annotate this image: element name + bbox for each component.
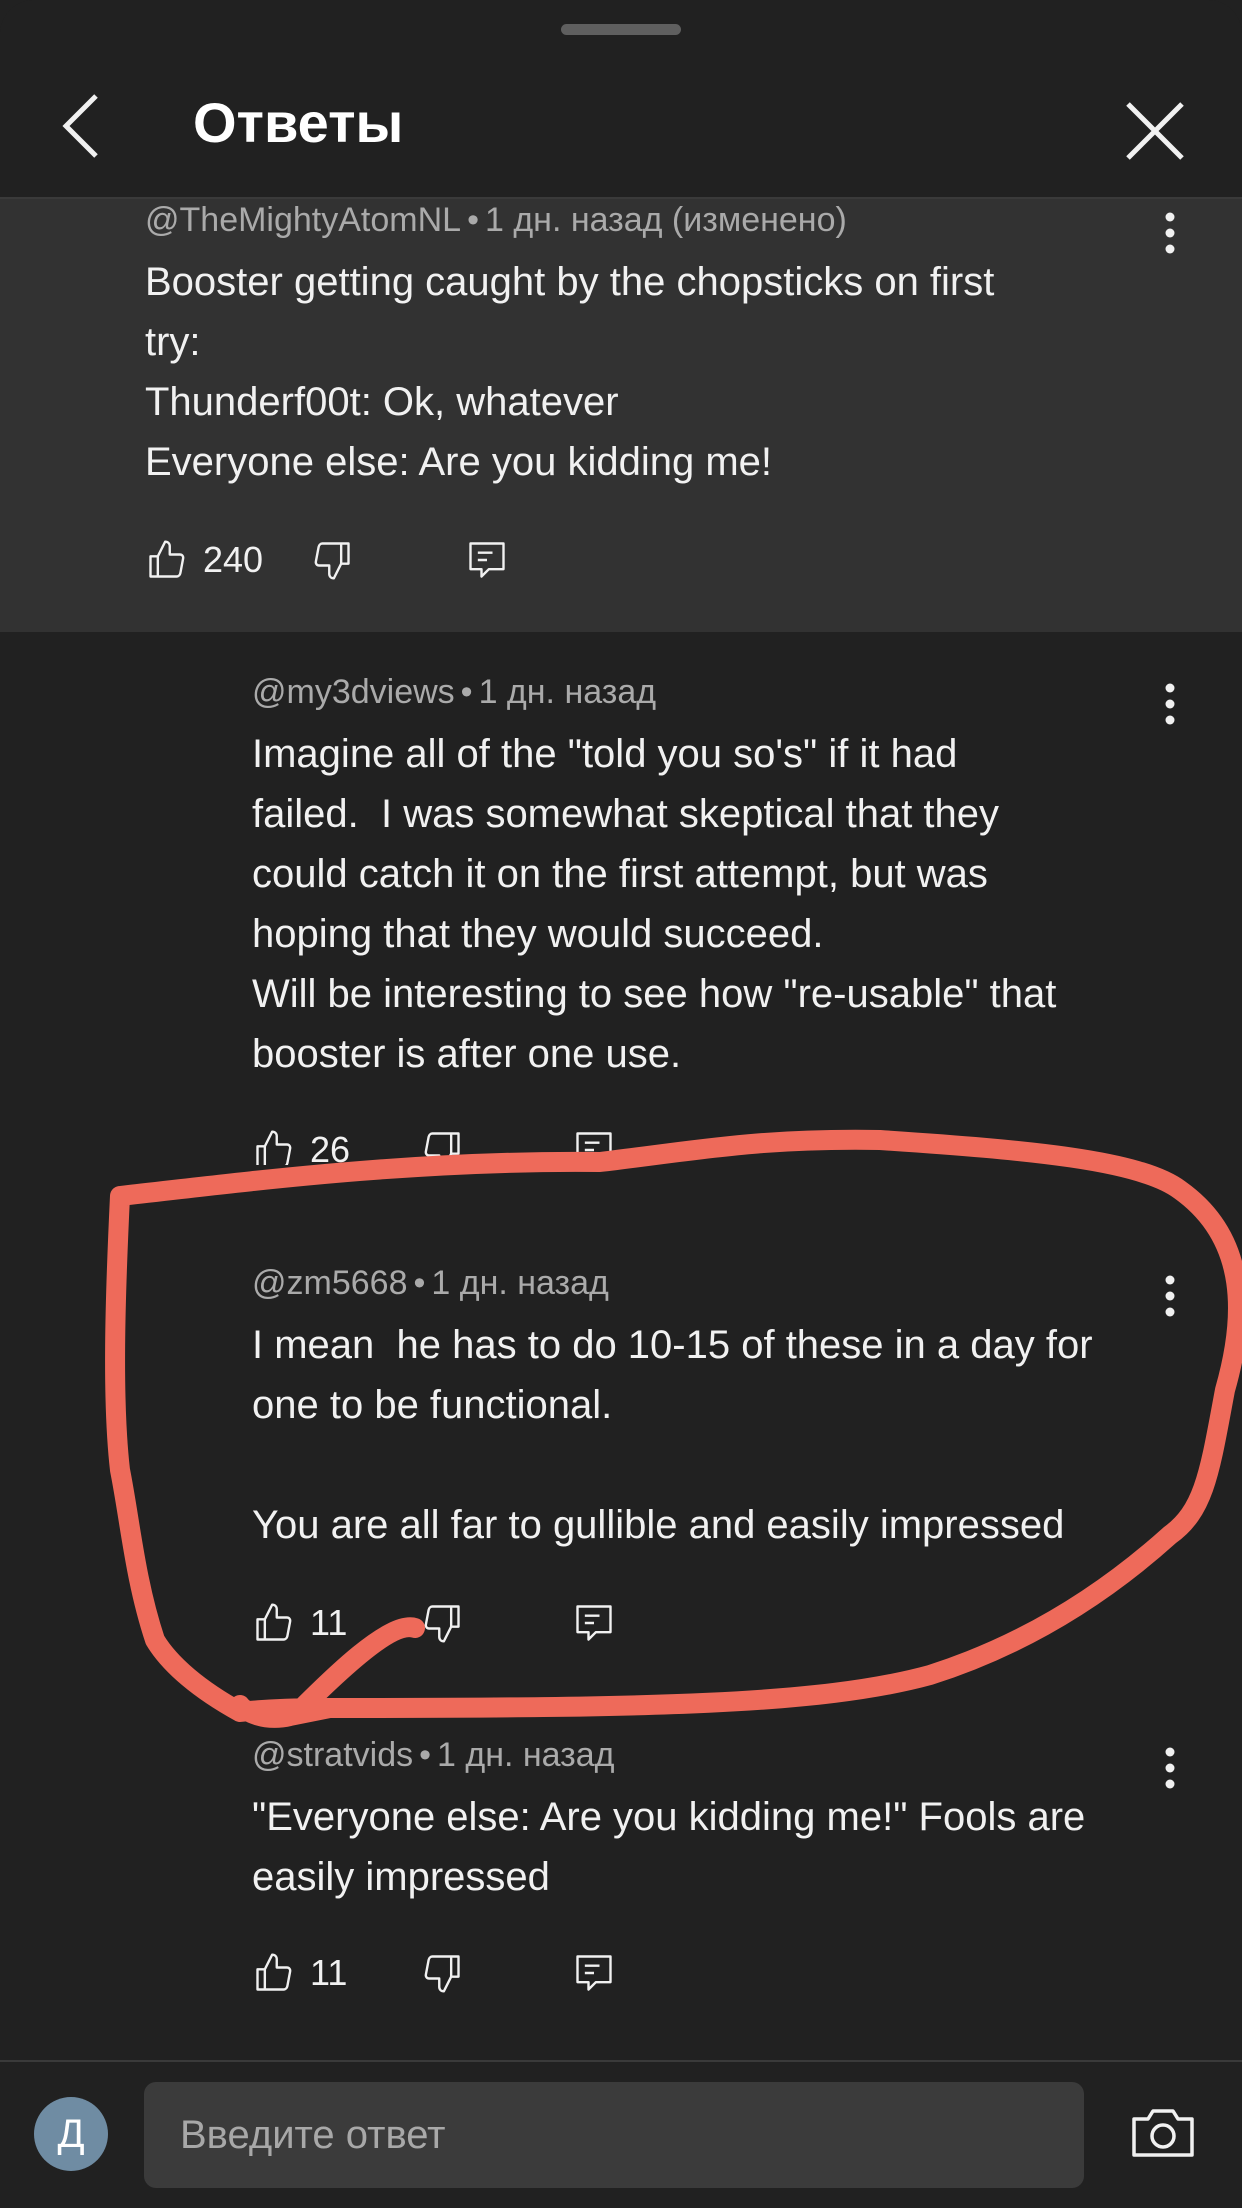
comment-author[interactable]: @zm5668 — [252, 1264, 407, 1302]
thumbs-up-icon — [256, 1130, 292, 1168]
replies-sheet: Ответы @TheMightyAtomNL • 1 дн. назад (изм… — [0, 0, 1242, 2208]
dislike-button[interactable] — [420, 1943, 464, 2003]
dislike-button[interactable] — [420, 1593, 464, 1653]
more-vert-icon — [1165, 1275, 1175, 1317]
dislike-button[interactable] — [420, 1120, 464, 1180]
camera-button[interactable] — [1130, 2105, 1196, 2159]
comment-meta: @my3dviews • 1 дн. назад — [252, 672, 1152, 712]
more-vert-icon — [1165, 1747, 1175, 1789]
more-vert-icon — [1165, 212, 1175, 254]
comment-text: I mean he has to do 10-15 of these in a … — [252, 1323, 1093, 1547]
comment-meta: @stratvids • 1 дн. назад — [252, 1735, 1152, 1775]
like-count: 240 — [203, 539, 264, 580]
like-button[interactable]: 11 — [252, 1943, 347, 2003]
reply-button[interactable] — [572, 1943, 616, 2003]
like-count: 26 — [310, 1129, 351, 1170]
thumbs-down-icon — [314, 542, 350, 580]
like-button[interactable]: 240 — [145, 530, 263, 590]
comment-parent: @TheMightyAtomNL • 1 дн. назад (изменено) … — [145, 200, 1105, 492]
thumbs-down-icon — [424, 1605, 460, 1643]
close-icon — [1126, 102, 1184, 160]
like-count: 11 — [310, 1952, 348, 1993]
thumbs-up-icon — [149, 540, 185, 578]
comment-time: 1 дн. назад (изменено) — [484, 201, 847, 239]
thumbs-down-icon — [424, 1955, 460, 1993]
header: Ответы — [0, 60, 1242, 198]
comment-text: Imagine all of the "told you so's" if it… — [252, 732, 1057, 1076]
more-options-button[interactable] — [1150, 205, 1190, 265]
thumbs-up-icon — [256, 1603, 292, 1641]
comment-text: "Everyone else: Are you kidding me!" Foo… — [252, 1795, 1086, 1899]
close-button[interactable] — [1120, 96, 1190, 166]
like-count: 11 — [310, 1602, 348, 1643]
comment-text: Booster getting caught by the chopsticks… — [145, 260, 995, 484]
comment-icon — [576, 1605, 612, 1641]
comment-author[interactable]: @stratvids — [252, 1736, 413, 1774]
comment-icon — [576, 1132, 612, 1168]
more-vert-icon — [1165, 683, 1175, 725]
like-button[interactable]: 26 — [252, 1120, 350, 1180]
more-options-button[interactable] — [1150, 1740, 1190, 1800]
drag-handle[interactable] — [561, 24, 681, 35]
comment-author[interactable]: @TheMightyAtomNL — [145, 201, 461, 239]
thumbs-up-icon — [256, 1953, 292, 1991]
meta-separator: • — [467, 201, 479, 239]
dislike-button[interactable] — [310, 530, 354, 590]
comment-meta: @TheMightyAtomNL • 1 дн. назад (изменено) — [145, 200, 1105, 240]
comment-time: 1 дн. назад — [431, 1264, 609, 1302]
reply-input[interactable] — [144, 2082, 1084, 2188]
like-button[interactable]: 11 — [252, 1593, 347, 1653]
meta-separator: • — [419, 1736, 432, 1774]
camera-icon — [1132, 2109, 1194, 2157]
more-options-button[interactable] — [1150, 676, 1190, 736]
comment-icon — [469, 542, 505, 578]
meta-separator: • — [413, 1264, 426, 1302]
reply-button[interactable] — [572, 1593, 616, 1653]
reply-button[interactable] — [465, 530, 509, 590]
reply-button[interactable] — [572, 1120, 616, 1180]
comment-reply-1: @my3dviews • 1 дн. назад Imagine all of th… — [252, 672, 1152, 1084]
chevron-left-icon — [62, 94, 98, 158]
avatar[interactable]: Д — [34, 2097, 108, 2171]
comment-time: 1 дн. назад — [437, 1736, 615, 1774]
thumbs-down-icon — [424, 1132, 460, 1170]
comment-reply-3: @stratvids • 1 дн. назад "Everyone else: A… — [252, 1735, 1152, 1907]
comment-time: 1 дн. назад — [478, 673, 657, 711]
back-button[interactable] — [48, 90, 118, 160]
more-options-button[interactable] — [1150, 1268, 1190, 1328]
footer-divider — [0, 2060, 1242, 2062]
meta-separator: • — [460, 673, 473, 711]
comment-icon — [576, 1955, 612, 1991]
comment-reply-2: @zm5668 • 1 дн. назад I mean he has to do … — [252, 1263, 1152, 1555]
page-title: Ответы — [193, 91, 404, 154]
comment-author[interactable]: @my3dviews — [252, 673, 455, 711]
comment-meta: @zm5668 • 1 дн. назад — [252, 1263, 1152, 1303]
